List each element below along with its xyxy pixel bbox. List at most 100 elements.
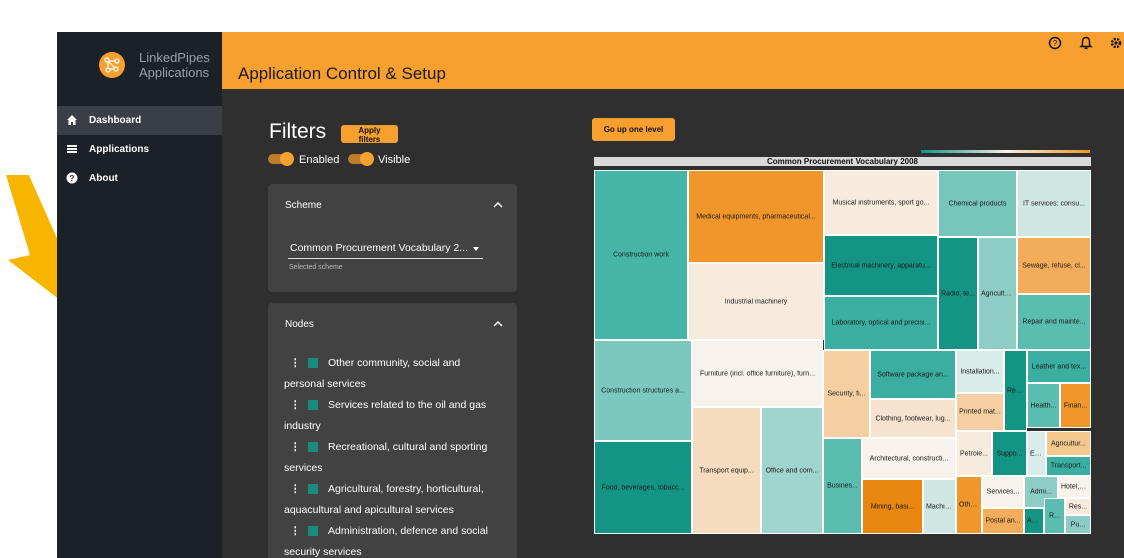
treemap-cell[interactable]: Architectural, constructi... xyxy=(862,438,956,479)
treemap-cell[interactable]: Food, beverages, tobacc... xyxy=(594,441,692,534)
treemap-cell[interactable]: Mining, basi... xyxy=(862,479,923,534)
chevron-up-icon[interactable] xyxy=(493,201,503,209)
treemap-cell[interactable]: Transport... xyxy=(1046,456,1091,476)
treemap-cell[interactable]: Construction structures a... xyxy=(594,340,692,441)
scheme-select-value: Common Procurement Vocabulary 2... xyxy=(290,242,468,254)
node-checkbox[interactable] xyxy=(308,526,318,536)
sidebar-item-applications[interactable]: Applications xyxy=(57,135,222,164)
treemap-cell[interactable]: Industrial machinery xyxy=(688,263,824,340)
node-label: Services related to the oil and gas xyxy=(328,399,487,411)
node-checkbox[interactable] xyxy=(308,442,318,452)
treemap-cell[interactable]: Printed mat... xyxy=(956,393,1004,431)
treemap-cell[interactable]: R... xyxy=(1044,498,1065,534)
treemap-cell[interactable]: Agricultu... xyxy=(978,237,1017,350)
treemap-cell[interactable]: Software package an... xyxy=(870,350,956,399)
treemap-cell[interactable]: Health... xyxy=(1027,383,1060,428)
treemap-cell[interactable]: IT services: consu... xyxy=(1017,170,1091,237)
scheme-helper-text: Selected scheme xyxy=(289,264,343,271)
node-checkbox[interactable] xyxy=(308,400,318,410)
node-label: Administration, defence and social xyxy=(328,525,488,537)
treemap-cell[interactable]: Pu... xyxy=(1065,515,1091,534)
node-checkbox[interactable] xyxy=(308,484,318,494)
nodes-panel-title: Nodes xyxy=(285,319,314,330)
treemap-cell[interactable]: Res... xyxy=(1065,498,1091,515)
treemap-cell-label: Res... xyxy=(1068,503,1088,510)
treemap-cell[interactable]: Machiner... xyxy=(923,479,956,534)
treemap-cell[interactable]: Edu... xyxy=(1027,431,1046,476)
treemap-cell[interactable]: Rec... xyxy=(1004,350,1027,431)
sidebar-item-about[interactable]: ? About xyxy=(57,164,222,193)
bell-icon[interactable] xyxy=(1079,36,1093,50)
treemap-cell-label: Postal an... xyxy=(985,517,1021,525)
node-item[interactable]: ⋮ Services related to the oil and gas xyxy=(268,395,517,416)
node-item[interactable]: ⋮ Other community, social and xyxy=(268,353,517,374)
treemap-cell[interactable]: Suppo... xyxy=(992,431,1027,476)
node-item[interactable]: ⋮ Agricultural, forestry, horticultural, xyxy=(268,479,517,500)
go-up-one-level-button[interactable]: Go up one level xyxy=(592,118,675,141)
node-item[interactable]: ⋮ Administration, defence and social xyxy=(268,521,517,542)
enabled-label: Enabled xyxy=(299,154,340,166)
node-item[interactable]: ⋮ Recreational, cultural and sporting xyxy=(268,437,517,458)
treemap-cell[interactable]: Installation... xyxy=(956,350,1004,393)
scheme-panel-title: Scheme xyxy=(285,200,322,211)
treemap-cell-label: Construction structures a... xyxy=(601,387,685,394)
treemap-cell-label: Musical instruments, sport go... xyxy=(832,199,930,206)
treemap-cell[interactable]: Sewage, refuse, cl... xyxy=(1017,237,1091,294)
treemap-cell[interactable]: Clothing, footwear, lug... xyxy=(870,399,956,438)
enabled-toggle[interactable] xyxy=(268,152,294,166)
node-label: Recreational, cultural and sporting xyxy=(328,441,488,453)
treemap-cell-label: Petrole... xyxy=(959,450,988,457)
treemap-cell[interactable]: Postal an... xyxy=(982,508,1024,534)
treemap-cell[interactable]: Finan... xyxy=(1060,383,1091,428)
treemap-cell[interactable]: Leather and tex... xyxy=(1027,350,1091,383)
treemap: Common Procurement Vocabulary 2008 Const… xyxy=(594,156,1091,534)
treemap-cell[interactable]: Office and com... xyxy=(761,407,823,534)
brand[interactable]: LinkedPipes Applications xyxy=(57,32,222,104)
treemap-cell[interactable]: Transport equip... xyxy=(692,407,761,534)
treemap-cell-label: Software package an... xyxy=(877,371,949,378)
drag-handle-icon[interactable]: ⋮ xyxy=(290,437,301,458)
treemap-cell-label: Edu... xyxy=(1030,450,1043,457)
node-checkbox[interactable] xyxy=(308,358,318,368)
treemap-cell-label: Hotel, re... xyxy=(1061,483,1088,491)
help-icon[interactable]: ? xyxy=(1048,36,1062,50)
treemap-cell[interactable]: Othe... xyxy=(956,476,982,534)
page-title: Application Control & Setup xyxy=(238,64,446,83)
treemap-cell[interactable]: Repair and mainte... xyxy=(1017,294,1091,350)
drag-handle-icon[interactable]: ⋮ xyxy=(290,479,301,500)
treemap-cell[interactable]: Security, fi... xyxy=(823,350,870,438)
treemap-cell[interactable]: Services... xyxy=(982,476,1024,508)
node-label-continued: aquacultural and apicultural services xyxy=(284,504,454,516)
chevron-up-icon[interactable] xyxy=(493,320,503,328)
treemap-cell[interactable]: Laboratory, optical and precisi... xyxy=(824,296,938,350)
treemap-cell[interactable]: Furniture (incl. office furniture), furn… xyxy=(692,340,823,407)
treemap-cell-label: Transport... xyxy=(1050,462,1087,470)
nodes-list: ⋮ Other community, social and personal ser… xyxy=(268,353,517,558)
drag-handle-icon[interactable]: ⋮ xyxy=(290,521,301,542)
treemap-cell[interactable]: Electrical machinery, apparatu... xyxy=(824,235,938,296)
apply-filters-button[interactable]: Apply filters xyxy=(341,125,398,144)
scheme-select[interactable]: Common Procurement Vocabulary 2... xyxy=(288,238,483,259)
drag-handle-icon[interactable]: ⋮ xyxy=(290,353,301,374)
treemap-cell[interactable]: Construction work xyxy=(594,170,688,340)
sidebar-item-label: Dashboard xyxy=(89,115,142,126)
treemap-cell[interactable]: Agric... xyxy=(1024,508,1044,534)
svg-text:?: ? xyxy=(1053,39,1058,48)
treemap-cell-label: Industrial machinery xyxy=(724,298,788,305)
treemap-cell[interactable]: Musical instruments, sport go... xyxy=(824,170,938,235)
treemap-cell[interactable]: Medical equipments, pharmaceutical... xyxy=(688,170,824,263)
treemap-cell[interactable]: Petrole... xyxy=(956,431,992,476)
treemap-cell-label: Suppo... xyxy=(996,450,1023,457)
help-circle-icon: ? xyxy=(66,172,78,184)
gear-icon[interactable] xyxy=(1109,36,1123,50)
sidebar-item-dashboard[interactable]: Dashboard xyxy=(57,106,222,135)
treemap-cell[interactable]: Hotel, re... xyxy=(1058,476,1091,498)
treemap-cell[interactable]: Radio, te... xyxy=(938,237,978,350)
treemap-cell[interactable]: Agricultur... xyxy=(1046,431,1091,456)
treemap-cell[interactable]: Chemical products xyxy=(938,170,1017,237)
treemap-cell-label: Installation... xyxy=(960,368,1000,375)
treemap-cell[interactable]: Busines... xyxy=(823,438,862,534)
drag-handle-icon[interactable]: ⋮ xyxy=(290,395,301,416)
treemap-cell-label: Electrical machinery, apparatu... xyxy=(831,262,931,269)
visible-toggle[interactable] xyxy=(348,152,374,166)
